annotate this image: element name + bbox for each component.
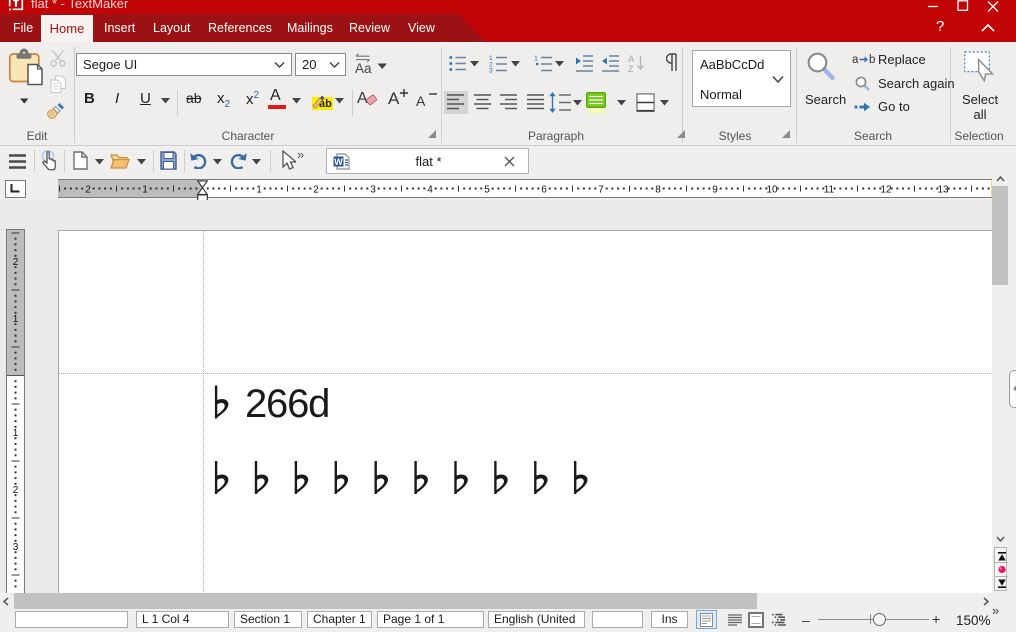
svg-text:266d: 266d [245, 382, 329, 426]
svg-text:Aa: Aa [355, 61, 372, 75]
svg-text:11: 11 [824, 185, 835, 196]
svg-text:a: a [852, 54, 859, 65]
svg-text:8: 8 [655, 185, 661, 196]
svg-text:1: 1 [256, 185, 262, 196]
svg-text:10: 10 [766, 185, 778, 196]
svg-text:A: A [628, 54, 635, 64]
svg-text:7: 7 [598, 185, 604, 196]
svg-text:A: A [388, 89, 400, 108]
svg-text:1: 1 [13, 314, 19, 325]
svg-text:A: A [357, 90, 368, 107]
svg-text:2: 2 [85, 185, 91, 196]
svg-text:2: 2 [13, 485, 19, 496]
svg-text:9: 9 [712, 185, 718, 196]
svg-text:1: 1 [142, 185, 148, 196]
svg-text:3: 3 [370, 185, 376, 196]
svg-text:6: 6 [541, 185, 547, 196]
svg-text:4: 4 [427, 185, 433, 196]
svg-text:5: 5 [484, 185, 490, 196]
svg-text:1: 1 [534, 56, 538, 63]
svg-text:13: 13 [937, 185, 949, 196]
svg-text:A: A [416, 93, 426, 109]
svg-text:2: 2 [13, 257, 19, 268]
svg-text:1: 1 [13, 428, 19, 439]
svg-text:3: 3 [489, 68, 493, 74]
svg-text:b: b [869, 54, 875, 65]
svg-text:Z: Z [628, 64, 634, 73]
svg-text:12: 12 [880, 185, 892, 196]
svg-text:3: 3 [13, 542, 19, 553]
svg-text:2: 2 [313, 185, 319, 196]
